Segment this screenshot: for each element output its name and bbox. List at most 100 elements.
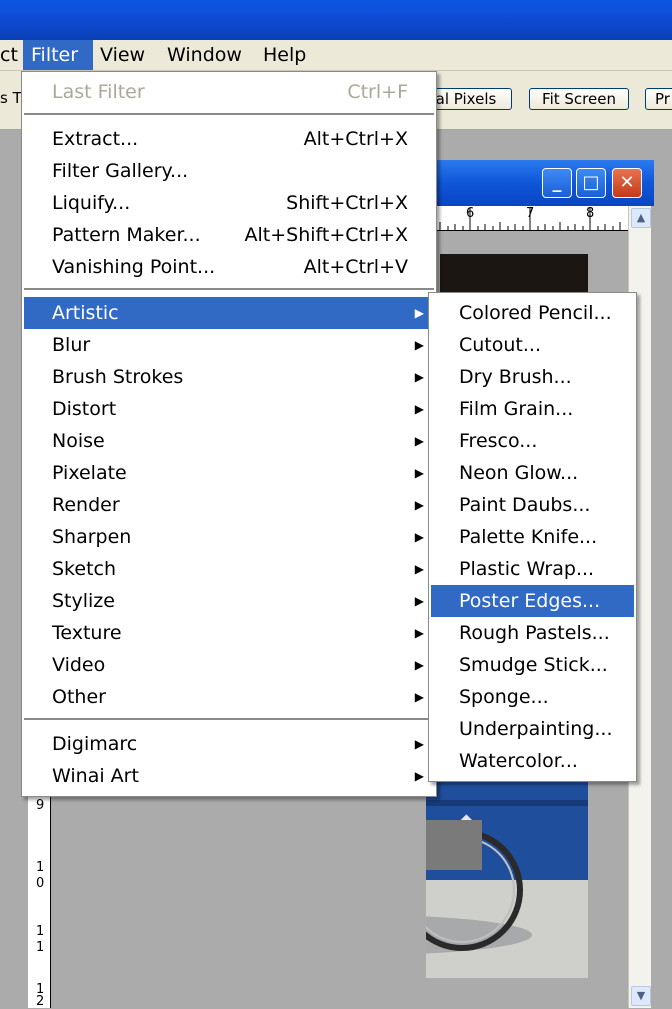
ruler-v-label: 1: [36, 940, 45, 955]
menu-item-brush-strokes[interactable]: Brush Strokes ▶: [24, 361, 434, 393]
submenu-arrow-icon: ▶: [414, 530, 424, 544]
menu-item-label: Render: [52, 494, 120, 516]
menu-item-sketch[interactable]: Sketch ▶: [24, 553, 434, 585]
menubar: ct Filter View Window Help: [0, 40, 672, 71]
fit-screen-button[interactable]: Fit Screen: [529, 88, 629, 110]
ruler-label-6: 6: [466, 206, 475, 221]
menu-item-label: Sketch: [52, 558, 117, 580]
maximize-button[interactable]: □: [576, 168, 606, 198]
submenu-item-underpainting[interactable]: Underpainting...: [431, 713, 634, 745]
menu-item-render[interactable]: Render ▶: [24, 489, 434, 521]
print-size-button[interactable]: Pr: [645, 88, 672, 110]
menu-item-shortcut: Ctrl+F: [347, 81, 408, 103]
ruler-v-label: 0: [36, 876, 45, 891]
ruler-label-7: 7: [526, 206, 535, 221]
menu-item-label: Last Filter: [52, 81, 145, 103]
submenu-arrow-icon: ▶: [414, 338, 424, 352]
menu-item-label: Noise: [52, 430, 105, 452]
submenu-arrow-icon: ▶: [414, 626, 424, 640]
menu-separator: [24, 288, 434, 290]
submenu-arrow-icon: ▶: [414, 370, 424, 384]
menu-item-label: Video: [52, 654, 106, 676]
menu-item-digimarc[interactable]: Digimarc ▶: [24, 728, 434, 760]
menu-item-label: Digimarc: [52, 733, 138, 755]
submenu-arrow-icon: ▶: [414, 658, 424, 672]
artistic-submenu: Colored Pencil... Cutout... Dry Brush...…: [428, 292, 637, 782]
submenu-item-rough-pastels[interactable]: Rough Pastels...: [431, 617, 634, 649]
menu-item-filter-gallery[interactable]: Filter Gallery...: [24, 155, 434, 187]
menu-item-vanishing-point[interactable]: Vanishing Point... Alt+Ctrl+V: [24, 251, 434, 283]
menu-filter[interactable]: Filter: [23, 40, 93, 70]
menu-item-other[interactable]: Other ▶: [24, 681, 434, 713]
menu-item-label: Vanishing Point...: [52, 256, 216, 278]
submenu-item-colored-pencil[interactable]: Colored Pencil...: [431, 297, 634, 329]
menu-item-label: Extract...: [52, 128, 139, 150]
menu-item-video[interactable]: Video ▶: [24, 649, 434, 681]
menu-item-artistic[interactable]: Artistic ▶: [24, 297, 434, 329]
menu-item-shortcut: Shift+Ctrl+X: [286, 192, 408, 214]
submenu-item-smudge-stick[interactable]: Smudge Stick...: [431, 649, 634, 681]
menu-item-pattern-maker[interactable]: Pattern Maker... Alt+Shift+Ctrl+X: [24, 219, 434, 251]
ruler-v-label: 1: [36, 924, 45, 939]
menu-item-last-filter: Last Filter Ctrl+F: [24, 76, 434, 108]
ruler-v-label: 9: [36, 798, 45, 813]
menu-item-liquify[interactable]: Liquify... Shift+Ctrl+X: [24, 187, 434, 219]
submenu-item-poster-edges[interactable]: Poster Edges...: [431, 585, 634, 617]
menu-item-sharpen[interactable]: Sharpen ▶: [24, 521, 434, 553]
menu-item-label: Pattern Maker...: [52, 224, 201, 246]
menu-item-texture[interactable]: Texture ▶: [24, 617, 434, 649]
menu-item-label: Pixelate: [52, 462, 127, 484]
menu-item-label: Filter Gallery...: [52, 160, 189, 182]
menu-item-stylize[interactable]: Stylize ▶: [24, 585, 434, 617]
menu-separator: [24, 718, 434, 720]
menu-item-label: Stylize: [52, 590, 115, 612]
submenu-item-dry-brush[interactable]: Dry Brush...: [431, 361, 634, 393]
submenu-item-film-grain[interactable]: Film Grain...: [431, 393, 634, 425]
submenu-arrow-icon: ▶: [414, 306, 424, 320]
filter-menu: Last Filter Ctrl+F Extract... Alt+Ctrl+X…: [21, 71, 437, 797]
menu-item-extract[interactable]: Extract... Alt+Ctrl+X: [24, 123, 434, 155]
document-left-panel: 9 1 0 1 1 1 2: [28, 760, 426, 1009]
submenu-arrow-icon: ▶: [414, 434, 424, 448]
submenu-item-fresco[interactable]: Fresco...: [431, 425, 634, 457]
menu-separator: [24, 113, 434, 115]
menu-window[interactable]: Window: [161, 40, 248, 70]
menu-item-label: Distort: [52, 398, 117, 420]
menu-item-blur[interactable]: Blur ▶: [24, 329, 434, 361]
menu-item-winai-art[interactable]: Winai Art ▶: [24, 760, 434, 792]
minimize-button[interactable]: _: [542, 168, 572, 198]
menu-item-shortcut: Alt+Shift+Ctrl+X: [244, 224, 409, 246]
submenu-arrow-icon: ▶: [414, 737, 424, 751]
submenu-item-neon-glow[interactable]: Neon Glow...: [431, 457, 634, 489]
scroll-up-icon[interactable]: ▲: [631, 208, 651, 228]
photo-top-edge: [440, 254, 588, 294]
submenu-arrow-icon: ▶: [414, 498, 424, 512]
menu-item-label: Blur: [52, 334, 91, 356]
ruler-v-label: 2: [36, 994, 45, 1009]
close-button[interactable]: ✕: [612, 168, 642, 198]
scroll-down-icon[interactable]: ▼: [631, 986, 651, 1006]
menu-item-pixelate[interactable]: Pixelate ▶: [24, 457, 434, 489]
submenu-item-sponge[interactable]: Sponge...: [431, 681, 634, 713]
app-titlebar: [0, 0, 672, 40]
menu-edit-partial[interactable]: ct: [0, 40, 24, 70]
submenu-item-paint-daubs[interactable]: Paint Daubs...: [431, 489, 634, 521]
ruler-vertical: 9 1 0 1 1 1 2: [28, 760, 51, 1009]
document-titlebar[interactable]: _ □ ✕: [410, 160, 654, 206]
submenu-arrow-icon: ▶: [414, 466, 424, 480]
menu-item-distort[interactable]: Distort ▶: [24, 393, 434, 425]
submenu-item-watercolor[interactable]: Watercolor...: [431, 745, 634, 777]
menu-view[interactable]: View: [94, 40, 151, 70]
submenu-item-palette-knife[interactable]: Palette Knife...: [431, 521, 634, 553]
submenu-arrow-icon: ▶: [414, 769, 424, 783]
submenu-item-plastic-wrap[interactable]: Plastic Wrap...: [431, 553, 634, 585]
submenu-item-cutout[interactable]: Cutout...: [431, 329, 634, 361]
menu-item-noise[interactable]: Noise ▶: [24, 425, 434, 457]
menu-help[interactable]: Help: [257, 40, 312, 70]
ruler-v-label: 1: [36, 860, 45, 875]
menu-item-label: Winai Art: [52, 765, 139, 787]
submenu-arrow-icon: ▶: [414, 690, 424, 704]
menu-item-label: Brush Strokes: [52, 366, 184, 388]
menu-item-shortcut: Alt+Ctrl+V: [303, 256, 408, 278]
menu-item-label: Artistic: [52, 302, 119, 324]
